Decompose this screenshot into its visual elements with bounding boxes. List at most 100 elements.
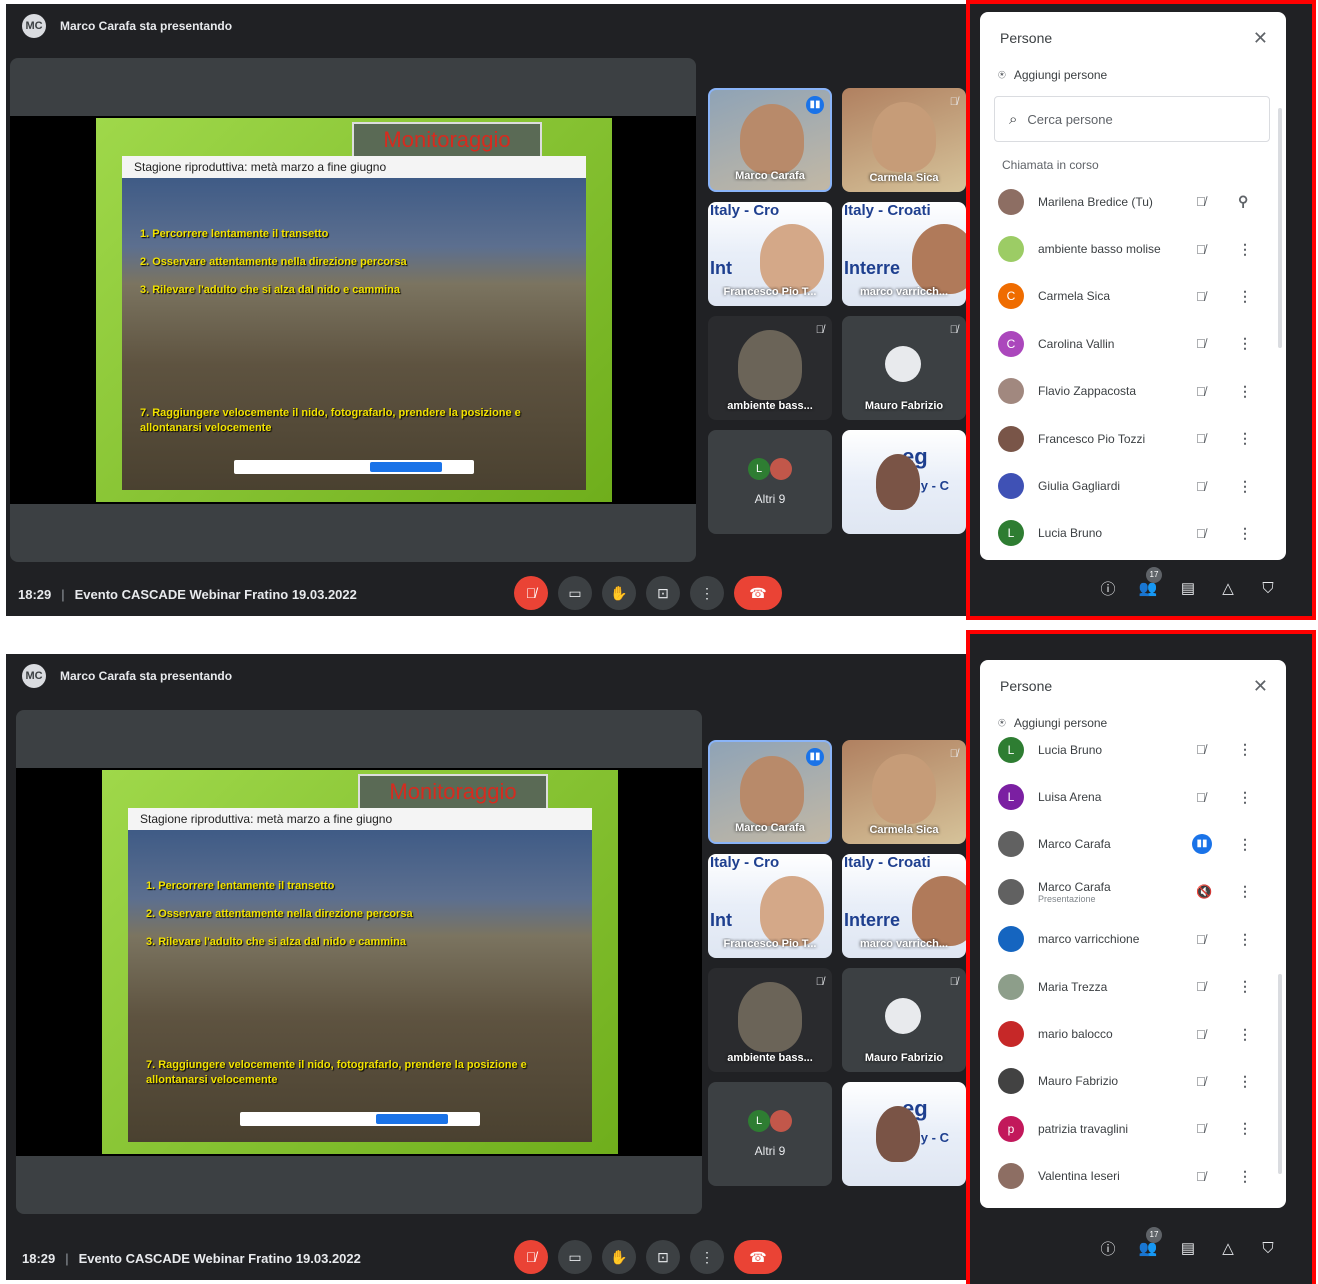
more-options-icon[interactable]: ⋮ bbox=[1238, 335, 1252, 352]
mic-off-icon[interactable]: 🎙̸ bbox=[1196, 1027, 1206, 1042]
tile-mauro-fabrizio[interactable]: 🎙̸ Mauro Fabrizio bbox=[842, 968, 966, 1072]
mic-off-icon[interactable]: 🎙̸ bbox=[1196, 384, 1206, 399]
participant-row[interactable]: Mauro Fabrizio 🎙̸ ⋮ bbox=[980, 1058, 1286, 1105]
more-options-icon[interactable]: ⋮ bbox=[1238, 383, 1252, 400]
more-options-icon[interactable]: ⋮ bbox=[1238, 741, 1252, 758]
tile-marco-varricchione[interactable]: Italy - Croati Interre marco varricch... bbox=[842, 202, 966, 306]
mic-off-icon[interactable]: 🎙̸ bbox=[514, 576, 548, 610]
search-box[interactable]: ⌕ bbox=[994, 96, 1270, 142]
people-icon[interactable]: 👥 17 bbox=[1128, 1227, 1168, 1257]
close-icon[interactable]: ✕ bbox=[1253, 676, 1268, 697]
tile-ambiente-basso[interactable]: 🎙̸ ambiente bass... bbox=[708, 968, 832, 1072]
mic-off-icon[interactable]: 🎙̸ bbox=[514, 1240, 548, 1274]
more-options-icon[interactable]: ⋮ bbox=[1238, 883, 1252, 900]
mic-off-icon[interactable]: 🎙̸ bbox=[1196, 242, 1206, 257]
hangup-icon[interactable]: ☎ bbox=[734, 1240, 782, 1274]
search-input[interactable] bbox=[1027, 111, 1228, 127]
present-icon[interactable]: ⊡ bbox=[646, 1240, 680, 1274]
present-icon[interactable]: ⊡ bbox=[646, 576, 680, 610]
mic-off-icon[interactable]: 🎙̸ bbox=[1196, 289, 1206, 304]
camera-icon[interactable]: ▭ bbox=[558, 576, 592, 610]
participant-row[interactable]: Marilena Bredice (Tu) 🎙̸ ⚲ bbox=[980, 178, 1286, 225]
participant-row[interactable]: Francesco Pio Tozzi 🎙̸ ⋮ bbox=[980, 415, 1286, 462]
raise-hand-icon[interactable]: ✋ bbox=[602, 1240, 636, 1274]
tile-mauro-fabrizio[interactable]: 🎙̸ Mauro Fabrizio bbox=[842, 316, 966, 420]
presentation-stage[interactable]: Monitoraggio Stagione riproduttiva: metà… bbox=[16, 710, 702, 1214]
audio-off-icon[interactable]: 🔇 bbox=[1196, 884, 1212, 900]
more-options-icon[interactable]: ⋮ bbox=[1238, 836, 1252, 853]
mic-off-icon[interactable]: 🎙̸ bbox=[1196, 479, 1206, 494]
tile-francesco-pio[interactable]: Italy - Cro Int Francesco Pio T... bbox=[708, 202, 832, 306]
mic-off-icon[interactable]: 🎙̸ bbox=[1196, 1121, 1206, 1136]
tile-marco-carafa[interactable]: ▮▮ Marco Carafa bbox=[708, 88, 832, 192]
tile-altri[interactable]: L Altri 9 bbox=[708, 1082, 832, 1186]
chat-icon[interactable]: ▤ bbox=[1168, 579, 1208, 597]
add-people-button[interactable]: ⍟ Aggiungi persone bbox=[980, 64, 1286, 86]
participant-row[interactable]: C Carmela Sica 🎙̸ ⋮ bbox=[980, 273, 1286, 320]
more-options-icon[interactable]: ⋮ bbox=[1238, 1168, 1252, 1185]
tile-carmela-sica[interactable]: 🎙̸ Carmela Sica bbox=[842, 740, 966, 844]
more-options-icon[interactable]: ⋮ bbox=[1238, 1120, 1252, 1137]
more-icon[interactable]: ⋮ bbox=[690, 1240, 724, 1274]
participant-row[interactable]: C Carolina Vallin 🎙̸ ⋮ bbox=[980, 320, 1286, 367]
people-icon[interactable]: 👥 17 bbox=[1128, 567, 1168, 597]
tile-marco-varricchione[interactable]: Italy - Croati Interre marco varricch... bbox=[842, 854, 966, 958]
mic-off-icon[interactable]: 🎙̸ bbox=[1196, 526, 1206, 541]
more-options-icon[interactable]: ⋮ bbox=[1238, 288, 1252, 305]
mic-off-icon[interactable]: 🎙̸ bbox=[1196, 194, 1206, 209]
pin-icon[interactable]: ⚲ bbox=[1238, 193, 1248, 210]
mic-off-icon[interactable]: 🎙̸ bbox=[1196, 431, 1206, 446]
activities-icon[interactable]: △ bbox=[1208, 579, 1248, 597]
more-icon[interactable]: ⋮ bbox=[690, 576, 724, 610]
raise-hand-icon[interactable]: ✋ bbox=[602, 576, 636, 610]
participant-row[interactable]: L Lucia Bruno 🎙̸ ⋮ bbox=[980, 510, 1286, 557]
more-options-icon[interactable]: ⋮ bbox=[1238, 789, 1252, 806]
tile-interreg-cam[interactable]: eg Italy - C bbox=[842, 430, 966, 534]
participant-row[interactable]: mario balocco 🎙̸ ⋮ bbox=[980, 1010, 1286, 1057]
more-options-icon[interactable]: ⋮ bbox=[1238, 931, 1252, 948]
more-options-icon[interactable]: ⋮ bbox=[1238, 1073, 1252, 1090]
tile-ambiente-basso[interactable]: 🎙̸ ambiente bass... bbox=[708, 316, 832, 420]
more-options-icon[interactable]: ⋮ bbox=[1238, 525, 1252, 542]
participant-row[interactable]: Giulia Gagliardi 🎙̸ ⋮ bbox=[980, 462, 1286, 509]
participant-row[interactable]: Flavio Zappacosta 🎙̸ ⋮ bbox=[980, 368, 1286, 415]
speaking-icon[interactable]: ▮▮ bbox=[1192, 834, 1212, 855]
activities-icon[interactable]: △ bbox=[1208, 1239, 1248, 1257]
participant-row[interactable]: marco varricchione 🎙̸ ⋮ bbox=[980, 916, 1286, 963]
hangup-icon[interactable]: ☎ bbox=[734, 576, 782, 610]
mic-off-icon[interactable]: 🎙̸ bbox=[1196, 336, 1206, 351]
participant-row[interactable]: Marco Carafa Presentazione 🔇 ⋮ bbox=[980, 868, 1286, 915]
more-options-icon[interactable]: ⋮ bbox=[1238, 478, 1252, 495]
mic-off-icon[interactable]: 🎙̸ bbox=[1196, 1169, 1206, 1184]
tile-altri[interactable]: L Altri 9 bbox=[708, 430, 832, 534]
info-icon[interactable]: ⓘ bbox=[1088, 1238, 1128, 1259]
tile-carmela-sica[interactable]: 🎙̸ Carmela Sica bbox=[842, 88, 966, 192]
participant-row[interactable]: Valentina Ieseri 🎙̸ ⋮ bbox=[980, 1153, 1286, 1200]
more-options-icon[interactable]: ⋮ bbox=[1238, 1026, 1252, 1043]
host-controls-icon[interactable]: ⛉ bbox=[1248, 1240, 1288, 1257]
participant-row[interactable]: Marco Carafa ▮▮ ⋮ bbox=[980, 821, 1286, 868]
close-icon[interactable]: ✕ bbox=[1253, 28, 1268, 49]
mic-off-icon[interactable]: 🎙̸ bbox=[1196, 932, 1206, 947]
mic-off-icon[interactable]: 🎙̸ bbox=[1196, 742, 1206, 757]
participant-row[interactable]: L Lucia Bruno 🎙̸ ⋮ bbox=[980, 726, 1286, 773]
mic-off-icon[interactable]: 🎙̸ bbox=[1196, 790, 1206, 805]
presentation-stage[interactable]: Monitoraggio Stagione riproduttiva: metà… bbox=[10, 58, 696, 562]
tile-francesco-pio[interactable]: Italy - Cro Int Francesco Pio T... bbox=[708, 854, 832, 958]
info-icon[interactable]: ⓘ bbox=[1088, 578, 1128, 599]
host-controls-icon[interactable]: ⛉ bbox=[1248, 580, 1288, 597]
more-options-icon[interactable]: ⋮ bbox=[1238, 978, 1252, 995]
participant-row[interactable]: p patrizia travaglini 🎙̸ ⋮ bbox=[980, 1105, 1286, 1152]
participant-row[interactable]: ambiente basso molise 🎙̸ ⋮ bbox=[980, 225, 1286, 272]
mic-off-icon[interactable]: 🎙̸ bbox=[1196, 1074, 1206, 1089]
more-options-icon[interactable]: ⋮ bbox=[1238, 430, 1252, 447]
scrollbar[interactable] bbox=[1278, 108, 1282, 348]
chat-icon[interactable]: ▤ bbox=[1168, 1239, 1208, 1257]
participant-row[interactable]: L Luisa Arena 🎙̸ ⋮ bbox=[980, 773, 1286, 820]
scrollbar[interactable] bbox=[1278, 974, 1282, 1174]
camera-icon[interactable]: ▭ bbox=[558, 1240, 592, 1274]
mic-off-icon[interactable]: 🎙̸ bbox=[1196, 979, 1206, 994]
tile-marco-carafa[interactable]: ▮▮ Marco Carafa bbox=[708, 740, 832, 844]
more-options-icon[interactable]: ⋮ bbox=[1238, 241, 1252, 258]
participant-row[interactable]: Maria Trezza 🎙̸ ⋮ bbox=[980, 963, 1286, 1010]
